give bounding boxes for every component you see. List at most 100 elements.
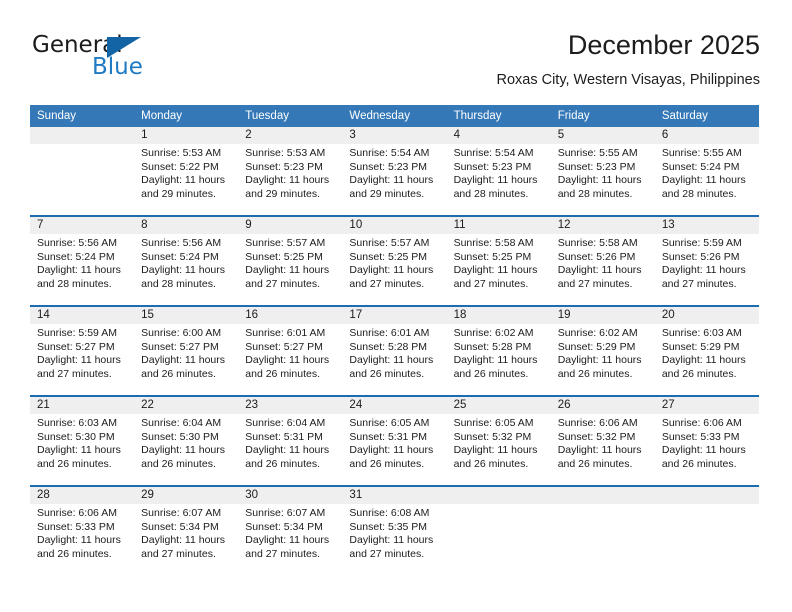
- calendar-day-cell[interactable]: 12 Sunrise: 5:58 AM Sunset: 5:26 PM Dayligh…: [550, 217, 655, 305]
- daylight-duration-line2: and 26 minutes.: [557, 457, 633, 470]
- day-number: [654, 487, 759, 504]
- calendar-day-cell[interactable]: 22 Sunrise: 6:04 AM Sunset: 5:30 PM Dayligh…: [134, 397, 239, 485]
- day-sun-info: Sunrise: 5:55 AM Sunset: 5:23 PM Daylight:…: [551, 144, 655, 201]
- day-sun-info: Sunrise: 6:07 AM Sunset: 5:34 PM Daylight:…: [238, 504, 342, 561]
- sunrise-time: Sunrise: 5:56 AM: [37, 237, 117, 249]
- calendar-day-cell[interactable]: 15 Sunrise: 6:00 AM Sunset: 5:27 PM Dayligh…: [134, 307, 239, 395]
- calendar-week-row: 7 Sunrise: 5:56 AM Sunset: 5:24 PM Daylight…: [30, 217, 759, 305]
- sunset-time: Sunset: 5:27 PM: [245, 340, 323, 353]
- sunrise-time: Sunrise: 6:05 AM: [349, 417, 430, 429]
- day-cell-content: 20 Sunrise: 6:03 AM Sunset: 5:29 PM Dayligh…: [654, 307, 759, 395]
- sunset-time: Sunset: 5:23 PM: [557, 160, 636, 173]
- calendar-day-cell[interactable]: 5 Sunrise: 5:55 AM Sunset: 5:23 PM Daylight…: [550, 127, 655, 215]
- day-number: 12: [550, 217, 655, 234]
- day-cell-content: 17 Sunrise: 6:01 AM Sunset: 5:28 PM Dayligh…: [342, 307, 447, 395]
- daylight-duration-line1: Daylight: 11 hours: [141, 444, 225, 457]
- day-cell-content: 15 Sunrise: 6:00 AM Sunset: 5:27 PM Dayligh…: [134, 307, 239, 395]
- sunrise-time: Sunrise: 6:03 AM: [661, 327, 742, 339]
- day-cell-content: [446, 487, 551, 575]
- day-number: 9: [238, 217, 343, 234]
- calendar-day-cell[interactable]: 30 Sunrise: 6:07 AM Sunset: 5:34 PM Dayligh…: [238, 487, 343, 575]
- calendar-week-row: 1 Sunrise: 5:53 AM Sunset: 5:22 PM Daylight…: [30, 127, 759, 215]
- sunset-time: Sunset: 5:27 PM: [37, 340, 115, 353]
- weekday-header-sunday: Sunday: [30, 105, 135, 127]
- day-number: [446, 487, 551, 504]
- calendar-day-cell[interactable]: 27 Sunrise: 6:06 AM Sunset: 5:33 PM Dayligh…: [654, 397, 759, 485]
- day-number: 4: [446, 127, 551, 144]
- daylight-duration-line1: Daylight: 11 hours: [349, 444, 434, 457]
- sunrise-time: Sunrise: 6:06 AM: [557, 417, 638, 429]
- day-number: 29: [134, 487, 239, 504]
- calendar-day-cell[interactable]: 1 Sunrise: 5:53 AM Sunset: 5:22 PM Daylight…: [134, 127, 239, 215]
- calendar-day-cell[interactable]: 7 Sunrise: 5:56 AM Sunset: 5:24 PM Daylight…: [30, 217, 135, 305]
- day-number: 16: [238, 307, 343, 324]
- day-number: 28: [30, 487, 135, 504]
- sunrise-time: Sunrise: 5:56 AM: [141, 237, 222, 249]
- day-cell-content: 10 Sunrise: 5:57 AM Sunset: 5:25 PM Dayligh…: [342, 217, 447, 305]
- sunset-time: Sunset: 5:28 PM: [349, 340, 428, 353]
- day-number: 30: [238, 487, 343, 504]
- sunset-time: Sunset: 5:35 PM: [349, 520, 428, 533]
- day-number: 3: [342, 127, 447, 144]
- calendar-day-cell[interactable]: 6 Sunrise: 5:55 AM Sunset: 5:24 PM Daylight…: [654, 127, 759, 215]
- day-sun-info: Sunrise: 6:06 AM Sunset: 5:33 PM Daylight:…: [655, 414, 759, 471]
- day-sun-info: Sunrise: 6:02 AM Sunset: 5:28 PM Daylight:…: [447, 324, 551, 381]
- day-cell-content: 8 Sunrise: 5:56 AM Sunset: 5:24 PM Daylight…: [134, 217, 239, 305]
- calendar-day-cell[interactable]: 13 Sunrise: 5:59 AM Sunset: 5:26 PM Dayligh…: [654, 217, 759, 305]
- calendar-day-cell[interactable]: [550, 487, 655, 575]
- calendar-day-cell[interactable]: 16 Sunrise: 6:01 AM Sunset: 5:27 PM Dayligh…: [238, 307, 343, 395]
- calendar-day-cell[interactable]: 24 Sunrise: 6:05 AM Sunset: 5:31 PM Dayligh…: [342, 397, 447, 485]
- calendar-day-cell[interactable]: 31 Sunrise: 6:08 AM Sunset: 5:35 PM Dayligh…: [342, 487, 447, 575]
- calendar-day-cell[interactable]: 20 Sunrise: 6:03 AM Sunset: 5:29 PM Dayligh…: [654, 307, 759, 395]
- calendar-day-cell[interactable]: 17 Sunrise: 6:01 AM Sunset: 5:28 PM Dayligh…: [342, 307, 447, 395]
- calendar-table: Sunday Monday Tuesday Wednesday Thursday…: [30, 105, 759, 575]
- calendar-day-cell[interactable]: 18 Sunrise: 6:02 AM Sunset: 5:28 PM Dayligh…: [446, 307, 551, 395]
- sunset-time: Sunset: 5:32 PM: [453, 430, 532, 443]
- daylight-duration-line2: and 28 minutes.: [453, 187, 529, 200]
- daylight-duration-line2: and 29 minutes.: [141, 187, 216, 200]
- calendar-page: General Blue December 2025 Roxas City, W…: [0, 0, 792, 612]
- sunrise-time: Sunrise: 6:02 AM: [557, 327, 638, 339]
- general-blue-logo[interactable]: General Blue: [32, 32, 222, 88]
- weekday-header-saturday: Saturday: [654, 105, 759, 127]
- day-number: 20: [654, 307, 759, 324]
- day-number: 1: [134, 127, 239, 144]
- calendar-day-cell[interactable]: 9 Sunrise: 5:57 AM Sunset: 5:25 PM Daylight…: [238, 217, 343, 305]
- sunrise-time: Sunrise: 6:02 AM: [453, 327, 534, 339]
- calendar-day-cell[interactable]: 25 Sunrise: 6:05 AM Sunset: 5:32 PM Dayligh…: [446, 397, 551, 485]
- calendar-day-cell[interactable]: 19 Sunrise: 6:02 AM Sunset: 5:29 PM Dayligh…: [550, 307, 655, 395]
- calendar-day-cell[interactable]: 29 Sunrise: 6:07 AM Sunset: 5:34 PM Dayligh…: [134, 487, 239, 575]
- day-number: 24: [342, 397, 447, 414]
- sunrise-time: Sunrise: 6:05 AM: [453, 417, 534, 429]
- day-cell-content: 23 Sunrise: 6:04 AM Sunset: 5:31 PM Dayligh…: [238, 397, 343, 485]
- calendar-day-cell[interactable]: [446, 487, 551, 575]
- calendar-day-cell[interactable]: 11 Sunrise: 5:58 AM Sunset: 5:25 PM Dayligh…: [446, 217, 551, 305]
- daylight-duration-line1: Daylight: 11 hours: [141, 264, 225, 277]
- day-cell-content: 26 Sunrise: 6:06 AM Sunset: 5:32 PM Dayligh…: [550, 397, 655, 485]
- day-cell-content: 9 Sunrise: 5:57 AM Sunset: 5:25 PM Daylight…: [238, 217, 343, 305]
- daylight-duration-line1: Daylight: 11 hours: [37, 534, 121, 547]
- calendar-day-cell[interactable]: 8 Sunrise: 5:56 AM Sunset: 5:24 PM Daylight…: [134, 217, 239, 305]
- calendar-day-cell[interactable]: [654, 487, 759, 575]
- day-sun-info: Sunrise: 5:58 AM Sunset: 5:26 PM Daylight:…: [551, 234, 655, 291]
- calendar-day-cell[interactable]: 10 Sunrise: 5:57 AM Sunset: 5:25 PM Dayligh…: [342, 217, 447, 305]
- calendar-day-cell[interactable]: 21 Sunrise: 6:03 AM Sunset: 5:30 PM Dayligh…: [30, 397, 135, 485]
- calendar-day-cell[interactable]: 23 Sunrise: 6:04 AM Sunset: 5:31 PM Dayligh…: [238, 397, 343, 485]
- calendar-day-cell[interactable]: 4 Sunrise: 5:54 AM Sunset: 5:23 PM Daylight…: [446, 127, 551, 215]
- day-cell-content: 28 Sunrise: 6:06 AM Sunset: 5:33 PM Dayligh…: [30, 487, 135, 575]
- sunset-time: Sunset: 5:30 PM: [37, 430, 115, 443]
- sunrise-time: Sunrise: 5:54 AM: [453, 147, 534, 159]
- day-sun-info: Sunrise: 5:55 AM Sunset: 5:24 PM Daylight:…: [655, 144, 759, 201]
- calendar-day-cell[interactable]: 28 Sunrise: 6:06 AM Sunset: 5:33 PM Dayligh…: [30, 487, 135, 575]
- calendar-day-cell[interactable]: 26 Sunrise: 6:06 AM Sunset: 5:32 PM Dayligh…: [550, 397, 655, 485]
- calendar-day-cell[interactable]: 2 Sunrise: 5:53 AM Sunset: 5:23 PM Daylight…: [238, 127, 343, 215]
- calendar-day-cell[interactable]: 14 Sunrise: 5:59 AM Sunset: 5:27 PM Dayligh…: [30, 307, 135, 395]
- daylight-duration-line1: Daylight: 11 hours: [349, 354, 434, 367]
- sunrise-time: Sunrise: 5:57 AM: [349, 237, 430, 249]
- daylight-duration-line2: and 26 minutes.: [349, 457, 425, 470]
- daylight-duration-line1: Daylight: 11 hours: [557, 264, 642, 277]
- calendar-day-cell[interactable]: 3 Sunrise: 5:54 AM Sunset: 5:23 PM Daylight…: [342, 127, 447, 215]
- calendar-day-cell[interactable]: [30, 127, 135, 215]
- daylight-duration-line1: Daylight: 11 hours: [141, 174, 225, 187]
- daylight-duration-line2: and 26 minutes.: [661, 457, 737, 470]
